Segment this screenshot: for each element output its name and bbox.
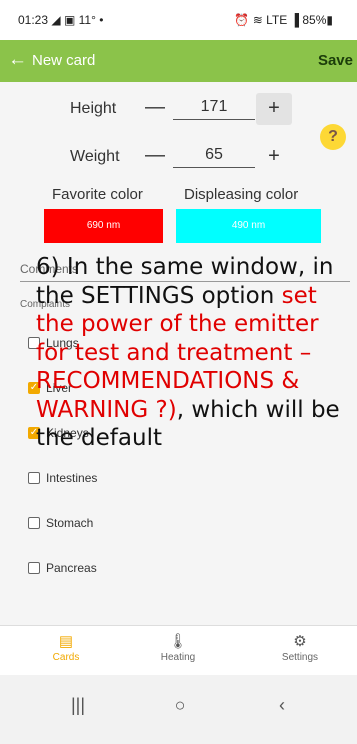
back-button[interactable]: ‹ — [262, 695, 302, 716]
status-time: 01:23 — [18, 13, 49, 27]
displeasing-color-swatch[interactable]: 490 nm — [176, 209, 321, 243]
checkbox-unchecked-icon[interactable] — [28, 517, 40, 529]
height-minus-button[interactable]: — — [145, 96, 165, 119]
nav-heating[interactable]: 🌡 Heating — [138, 632, 218, 663]
instruction-overlay: 6) In the same window, in the SETTINGS o… — [36, 253, 357, 453]
status-icons-right: ⏰ ≋ LTE ▐ 85%▮ — [234, 13, 333, 27]
height-label: Height — [70, 100, 117, 117]
complaint-label: Intestines — [46, 471, 98, 485]
nav-cards[interactable]: ▤ Cards — [26, 632, 106, 663]
weight-row: Weight — 65 + — [0, 144, 357, 178]
weight-input[interactable]: 65 — [173, 146, 255, 168]
system-navigation: ||| ○ ‹ — [0, 675, 357, 744]
favorite-color-swatch[interactable]: 690 nm — [44, 209, 163, 243]
nav-settings-label: Settings — [281, 652, 319, 663]
weight-plus-button[interactable]: + — [256, 141, 292, 173]
height-row: Height — 171 + — [0, 93, 357, 130]
home-button[interactable]: ○ — [160, 695, 200, 716]
height-input[interactable]: 171 — [173, 98, 255, 120]
status-bar: 01:23 ◢ ▣ 11° • ⏰ ≋ LTE ▐ 85%▮ — [0, 0, 357, 40]
gear-icon: ⚙ — [293, 633, 307, 650]
nav-cards-label: Cards — [52, 652, 80, 663]
weight-minus-button[interactable]: — — [145, 144, 165, 167]
status-left: 01:23 ◢ ▣ 11° • — [18, 13, 103, 27]
bottom-navigation: ▤ Cards 🌡 Heating ⚙ Settings — [0, 625, 357, 676]
cards-icon: ▤ — [58, 633, 74, 650]
checkbox-unchecked-icon[interactable] — [28, 472, 40, 484]
arrow-left-icon[interactable]: ← — [8, 50, 27, 70]
status-icons-left: ◢ ▣ 11° • — [51, 13, 104, 27]
displeasing-color-label: Displeasing color — [184, 186, 299, 203]
save-button[interactable]: Save — [318, 52, 353, 69]
height-plus-button[interactable]: + — [256, 93, 292, 125]
recents-button[interactable]: ||| — [58, 695, 98, 716]
page-title: New card — [32, 52, 96, 69]
nav-settings[interactable]: ⚙ Settings — [260, 632, 340, 663]
checkbox-unchecked-icon[interactable] — [28, 562, 40, 574]
app-bar: ← New card Save — [0, 40, 357, 82]
favorite-color-label: Favorite color — [52, 186, 143, 203]
complaint-label: Pancreas — [46, 561, 97, 575]
nav-heating-label: Heating — [160, 652, 196, 663]
weight-label: Weight — [70, 148, 120, 165]
thermometer-icon: 🌡 — [168, 633, 188, 650]
complaint-label: Stomach — [46, 516, 94, 530]
